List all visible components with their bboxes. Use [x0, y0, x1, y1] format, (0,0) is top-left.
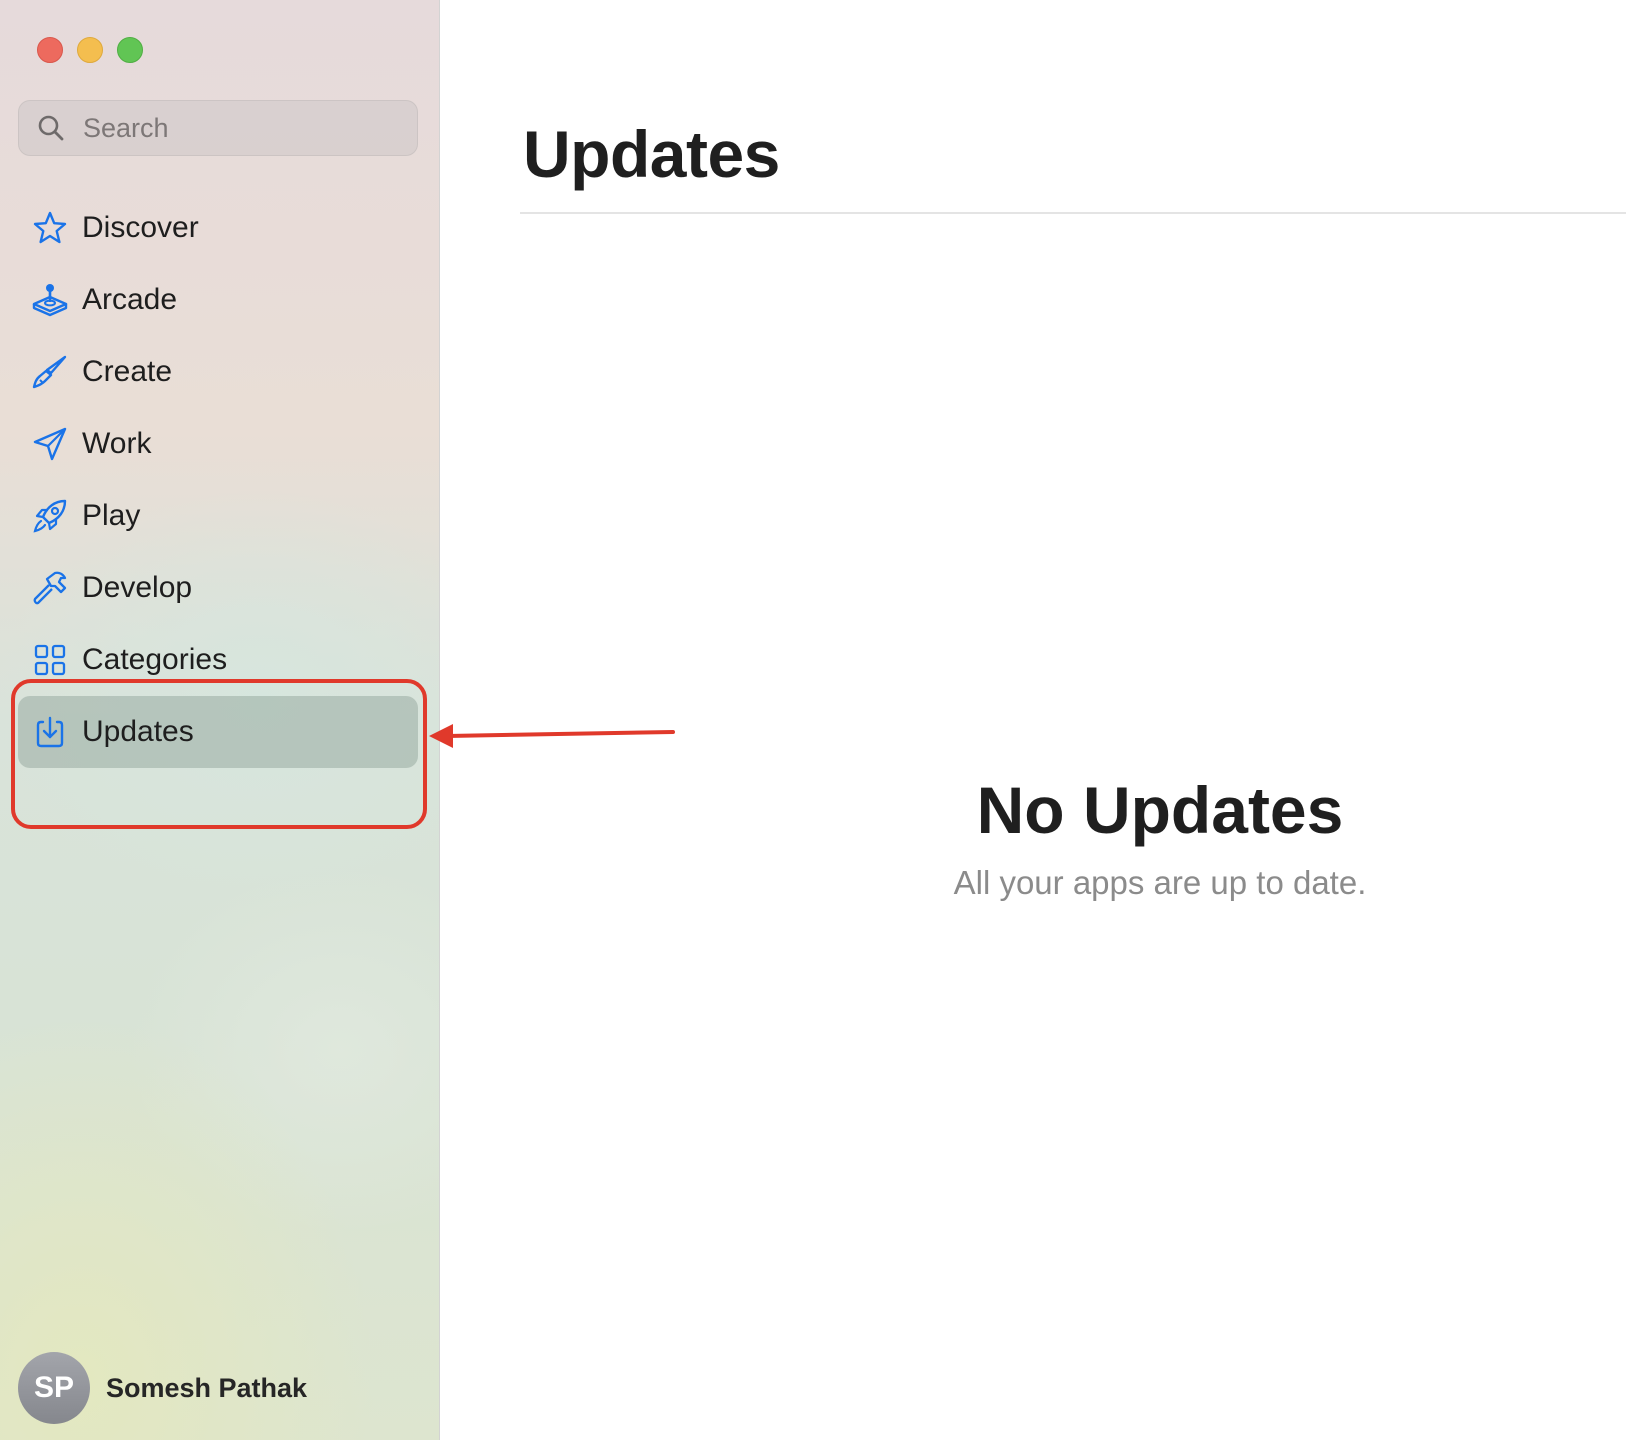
- sidebar-item-develop[interactable]: Develop: [18, 552, 418, 624]
- search-field[interactable]: Search: [18, 100, 418, 156]
- hammer-icon: [30, 568, 70, 608]
- sidebar-item-label: Develop: [82, 571, 193, 604]
- sidebar-item-discover[interactable]: Discover: [18, 192, 418, 264]
- main-content: Updates No Updates All your apps are up …: [440, 0, 1626, 1440]
- sidebar-item-play[interactable]: Play: [18, 480, 418, 552]
- download-icon: [30, 712, 70, 752]
- rocket-icon: [30, 496, 70, 536]
- sidebar-item-work[interactable]: Work: [18, 408, 418, 480]
- sidebar-item-label: Updates: [82, 715, 194, 748]
- sidebar-item-label: Arcade: [82, 283, 178, 316]
- sidebar-item-create[interactable]: Create: [18, 336, 418, 408]
- sidebar-item-label: Categories: [82, 643, 228, 676]
- sidebar-item-label: Play: [82, 499, 141, 532]
- sidebar: Search Discover Arcade Create Work Play …: [0, 0, 440, 1440]
- sidebar-item-categories[interactable]: Categories: [18, 624, 418, 696]
- app-store-window: Search Discover Arcade Create Work Play …: [0, 0, 1626, 1440]
- magnifying-glass-icon: [37, 114, 65, 142]
- account-name: Somesh Pathak: [106, 1372, 308, 1403]
- empty-state-title: No Updates: [976, 773, 1344, 847]
- close-window-button[interactable]: [37, 37, 63, 63]
- zoom-window-button[interactable]: [117, 37, 143, 63]
- minimize-window-button[interactable]: [77, 37, 103, 63]
- avatar[interactable]: SP: [18, 1352, 90, 1424]
- account-profile[interactable]: SP Somesh Pathak: [18, 1352, 307, 1424]
- grid-icon: [30, 640, 70, 680]
- sidebar-item-updates[interactable]: Updates: [18, 696, 418, 768]
- empty-state-subtitle: All your apps are up to date.: [953, 864, 1367, 901]
- sidebar-item-label: Work: [82, 427, 152, 460]
- star-icon: [30, 208, 70, 248]
- paintbrush-icon: [30, 352, 70, 392]
- empty-state: No Updates All your apps are up to date.: [710, 770, 1610, 902]
- search-placeholder: Search: [83, 112, 169, 143]
- sidebar-nav: Discover Arcade Create Work Play Develop…: [18, 192, 418, 768]
- sidebar-item-arcade[interactable]: Arcade: [18, 264, 418, 336]
- joystick-icon: [30, 280, 70, 320]
- paperplane-icon: [30, 424, 70, 464]
- title-divider: [520, 212, 1626, 214]
- page-title: Updates: [523, 117, 780, 191]
- sidebar-item-label: Discover: [82, 211, 199, 244]
- sidebar-item-label: Create: [82, 355, 173, 388]
